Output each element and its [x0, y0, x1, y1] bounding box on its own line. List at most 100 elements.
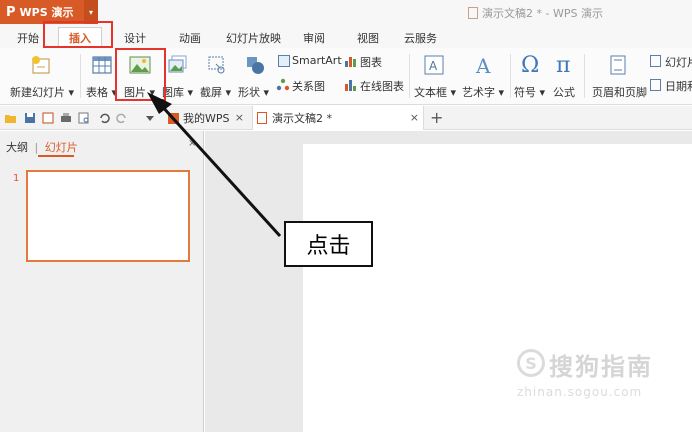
tab-outline[interactable]: 大纲 [6, 141, 28, 154]
annotation-callout: 点击 [284, 221, 373, 267]
symbol-button[interactable]: Ω 符号 ▾ [514, 52, 548, 102]
calendar-icon [650, 79, 661, 91]
smartart-icon [278, 55, 290, 67]
chart-icon [345, 57, 356, 67]
new-slide-label: 新建幻灯片 ▾ [10, 86, 75, 99]
online-chart-button[interactable]: 在线图表 [344, 78, 406, 94]
slide-number-label: 幻灯片 [665, 56, 692, 69]
formula-button[interactable]: π 公式 [551, 52, 579, 102]
wordart-label: 艺术字 ▾ [462, 86, 505, 99]
redo-icon[interactable] [116, 112, 128, 124]
table-icon [92, 56, 112, 74]
doc-tab-presentation2[interactable]: 演示文稿2 * × [252, 106, 424, 130]
header-footer-button[interactable]: 页眉和页脚 [590, 52, 647, 102]
print-preview-icon[interactable] [78, 112, 90, 124]
ribbon-separator [80, 54, 81, 98]
tab-start[interactable]: 开始 [17, 30, 39, 46]
app-name: WPS 演示 [19, 6, 74, 19]
online-chart-label: 在线图表 [360, 80, 404, 93]
doc-tab-mywps[interactable]: 我的WPS × [164, 106, 248, 130]
svg-text:A: A [475, 54, 491, 76]
chart-label: 图表 [360, 56, 382, 69]
customize-dropdown-icon[interactable] [144, 112, 156, 124]
omega-icon: Ω [521, 53, 539, 76]
svg-text:π: π [556, 53, 570, 76]
svg-text:A: A [429, 59, 438, 73]
watermark-url: zhinan.sogou.com [517, 385, 643, 399]
chart-button[interactable]: 图表 [344, 54, 384, 70]
slide-number-icon [650, 55, 661, 67]
datetime-label: 日期和 [665, 80, 692, 93]
save-icon[interactable] [24, 112, 36, 124]
quick-access-bar: 我的WPS × 演示文稿2 * × + [0, 106, 692, 130]
shapes-icon [247, 57, 264, 74]
smartart-label: SmartArt [292, 54, 342, 67]
close-tab-icon[interactable]: × [410, 111, 419, 124]
gallery-button[interactable]: 图库 ▾ [162, 52, 196, 102]
panel-tab-underline [38, 155, 74, 157]
screenshot-label: 截屏 ▾ [200, 86, 232, 99]
panel-close-icon[interactable]: × [188, 138, 196, 149]
tab-review[interactable]: 审阅 [303, 30, 325, 46]
relation-label: 关系图 [292, 80, 325, 93]
print-icon[interactable] [60, 112, 72, 124]
online-chart-icon [345, 80, 356, 91]
slide-number: 1 [13, 173, 20, 184]
watermark-text: 搜狗指南 [549, 353, 653, 381]
wordart-button[interactable]: A 艺术字 ▾ [462, 52, 506, 102]
ribbon-toolbar: 新建幻灯片 ▾ 表格 ▾ 图片 ▾ 图库 ▾ 截屏 ▾ 形状 ▾ SmartAr… [0, 48, 692, 105]
shapes-label: 形状 ▾ [238, 86, 270, 99]
new-tab-icon[interactable]: + [430, 108, 443, 127]
wordart-icon: A [475, 54, 491, 76]
open-folder-icon[interactable] [4, 112, 16, 124]
watermark: S 搜狗指南 zhinan.sogou.com [513, 345, 683, 405]
tab-slides[interactable]: 幻灯片 [45, 141, 78, 154]
symbol-label: 符号 ▾ [514, 86, 546, 99]
insert-tab-highlight [43, 21, 113, 48]
wps-home-icon [168, 112, 179, 124]
screenshot-icon [208, 56, 225, 74]
window-title: 演示文稿2 * - WPS 演示 [468, 5, 603, 21]
presentation-tab-icon [257, 112, 267, 124]
table-label: 表格 ▾ [86, 86, 118, 99]
new-slide-button[interactable]: 新建幻灯片 ▾ [10, 52, 74, 102]
header-footer-label: 页眉和页脚 [592, 86, 647, 99]
watermark-logo-icon: S [517, 349, 545, 377]
screenshot-button[interactable]: 截屏 ▾ [200, 52, 234, 102]
gallery-label: 图库 ▾ [162, 86, 194, 99]
export-pdf-icon[interactable] [42, 112, 54, 124]
textbox-button[interactable]: A 文本框 ▾ [414, 52, 456, 102]
annotation-text: 点击 [306, 234, 351, 259]
presentation-file-icon [468, 7, 478, 19]
slide-thumbnail[interactable] [26, 170, 190, 262]
header-footer-icon [610, 55, 626, 75]
gallery-icon [168, 55, 187, 73]
slide-panel: 大纲 | 幻灯片 × 1 [0, 131, 204, 432]
smartart-button[interactable]: SmartArt [276, 54, 342, 70]
relation-button[interactable]: 关系图 [276, 78, 342, 94]
doc-tab-presentation2-label: 演示文稿2 * [272, 112, 332, 125]
slide-number-button[interactable]: 幻灯片 [650, 54, 692, 70]
wps-logo-icon: P [6, 4, 16, 20]
window-title-text: 演示文稿2 * - WPS 演示 [482, 7, 603, 20]
ribbon-separator [584, 54, 585, 98]
close-tab-icon[interactable]: × [235, 111, 244, 124]
tab-slideshow[interactable]: 幻灯片放映 [226, 30, 281, 46]
panel-tabs: 大纲 | 幻灯片 [6, 139, 78, 155]
tab-animation[interactable]: 动画 [179, 30, 201, 46]
tab-cloud[interactable]: 云服务 [404, 30, 437, 46]
undo-icon[interactable] [98, 112, 110, 124]
shapes-button[interactable]: 形状 ▾ [238, 52, 272, 102]
tab-view[interactable]: 视图 [357, 30, 379, 46]
relation-icon [276, 78, 290, 91]
tab-design[interactable]: 设计 [124, 30, 146, 46]
textbox-label: 文本框 ▾ [414, 86, 457, 99]
ribbon-separator [409, 54, 410, 98]
picture-button-highlight [115, 48, 166, 101]
datetime-button[interactable]: 日期和 [650, 78, 692, 94]
formula-label: 公式 [553, 86, 575, 99]
table-button[interactable]: 表格 ▾ [86, 52, 118, 102]
new-slide-icon [32, 56, 50, 74]
panel-tab-divider: | [34, 141, 39, 154]
ribbon-separator [510, 54, 511, 98]
